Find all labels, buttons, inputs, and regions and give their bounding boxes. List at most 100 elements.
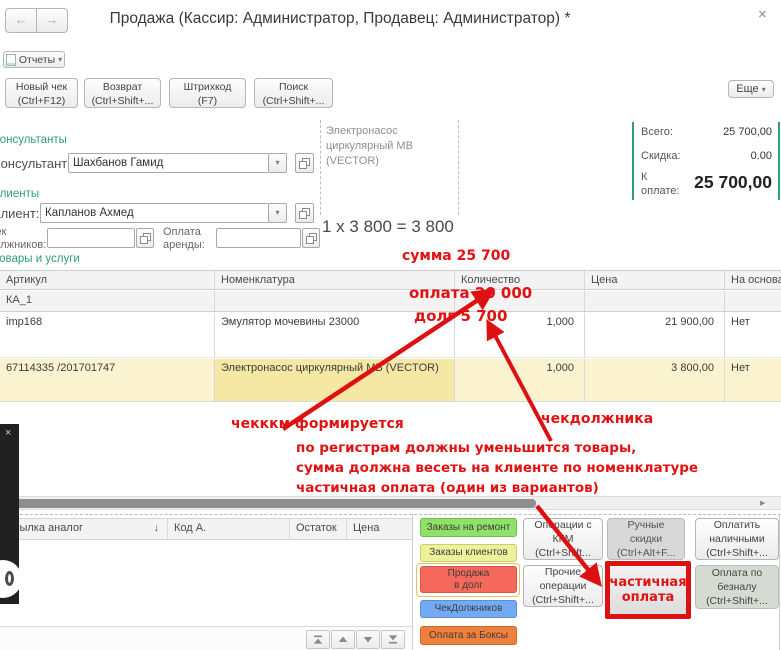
column-header-price[interactable]: Цена: [585, 271, 725, 289]
row-price: 21 900,00: [585, 313, 725, 357]
manual-discounts-button[interactable]: Ручные скидки (Ctrl+Alt+F...: [607, 518, 685, 560]
new-check-button[interactable]: Новый чек (Ctrl+F12): [5, 78, 78, 108]
consultants-section-header: Консультанты: [0, 134, 67, 146]
rent-picker-button[interactable]: [302, 228, 320, 248]
move-bottom-icon: [387, 634, 399, 645]
row-articul: imp168: [0, 313, 215, 357]
display-calc-line: 1 x 3 800 = 3 800: [322, 217, 454, 237]
more-label: Еще: [736, 83, 758, 95]
annotation-kkm: чекккм формируется: [231, 416, 404, 432]
move-top-icon: [312, 634, 324, 645]
row-nomenclature: Электронасос циркулярный МВ (VECTOR): [215, 359, 455, 401]
reports-label: Отчеты: [19, 54, 55, 66]
partial-payment-button[interactable]: частичная оплата: [605, 561, 691, 619]
consultant-label: Консультант:: [0, 156, 71, 171]
move-down-button[interactable]: [356, 630, 380, 649]
repair-orders-button[interactable]: Заказы на ремонт: [420, 518, 517, 537]
goods-table-header: Артикул Номенклатура Количество Цена На …: [0, 270, 781, 290]
table-row-selected[interactable]: 67114335 /201701747 Электронасос циркуля…: [0, 359, 781, 402]
page-title: Продажа (Кассир: Администратор, Продавец…: [60, 10, 620, 28]
consultant-dropdown-button[interactable]: ▾: [268, 153, 287, 173]
open-picker-icon: [140, 233, 151, 244]
client-label: Клиент:: [0, 206, 39, 221]
pay-for-boxes-button[interactable]: Оплата за Боксы: [420, 626, 517, 645]
annotation-debt: долг 5 700: [414, 307, 507, 325]
kkm-operations-button[interactable]: Операции с ККМ (Ctrl+Shift...: [523, 518, 603, 560]
back-button[interactable]: ←: [5, 8, 37, 33]
scrollbar-thumb[interactable]: [2, 499, 536, 508]
goods-filter-row[interactable]: КА_1: [0, 291, 781, 312]
close-icon[interactable]: ×: [758, 6, 767, 23]
analog-table-header: Ссылка аналог↓ Код А. Остаток Цена: [0, 518, 412, 540]
overlay-close-icon[interactable]: ×: [5, 427, 11, 439]
history-nav: ← →: [5, 8, 68, 33]
annotation-debtor-check: чекдолжника: [541, 411, 653, 427]
totals-divider: [778, 122, 780, 200]
annotation-note-1: по регистрам должны уменьшится товары,: [296, 440, 636, 456]
debtors-picker-button[interactable]: [136, 228, 154, 248]
search-button[interactable]: Поиск (Ctrl+Shift+...: [254, 78, 333, 108]
recorder-badge-glyph: [5, 571, 14, 586]
more-button[interactable]: Еще ▾: [728, 80, 774, 98]
chevron-down-icon: ▾: [275, 158, 279, 167]
back-arrow-icon: ←: [15, 12, 28, 27]
total-value: 25 700,00: [660, 126, 772, 138]
column-header-stock[interactable]: Остаток: [290, 519, 347, 539]
filter-cell[interactable]: [725, 291, 781, 311]
column-header-articul[interactable]: Артикул: [0, 271, 215, 289]
sale-window: ← → Продажа (Кассир: Администратор, Прод…: [0, 0, 781, 650]
vertical-divider: [412, 514, 413, 650]
return-button[interactable]: Возврат (Ctrl+Shift+...: [84, 78, 161, 108]
vertical-divider: [779, 514, 780, 650]
annotation-note-3: частичная оплата (один из вариантов): [296, 480, 599, 496]
display-divider: [458, 120, 459, 215]
move-bottom-button[interactable]: [381, 630, 405, 649]
move-up-icon: [337, 634, 349, 645]
forward-arrow-icon: →: [46, 12, 59, 27]
row-qty: 1,000: [455, 359, 585, 401]
totals-divider: [632, 122, 634, 200]
reports-button[interactable]: Отчеты ▾: [3, 51, 65, 68]
row-price: 3 800,00: [585, 359, 725, 401]
rent-payment-input[interactable]: [216, 228, 301, 248]
pay-cashless-button[interactable]: Оплата по безналу (Ctrl+Shift+...: [695, 565, 779, 609]
caret-down-icon: ▾: [58, 55, 62, 64]
scroll-right-arrow-icon[interactable]: ▶: [760, 498, 765, 509]
recorder-overlay: ×: [0, 424, 19, 604]
client-dropdown-button[interactable]: ▾: [268, 203, 287, 223]
column-header-price2[interactable]: Цена: [347, 519, 412, 539]
debtors-check-input[interactable]: [47, 228, 135, 248]
display-product-name: Электронасос циркулярный МВ (VECTOR): [326, 124, 446, 169]
column-header-base[interactable]: На основании: [725, 271, 781, 289]
filter-articul[interactable]: КА_1: [0, 291, 215, 311]
sort-descending-icon: ↓: [154, 522, 160, 534]
column-header-analog-link[interactable]: Ссылка аналог↓: [0, 519, 168, 539]
consultant-input[interactable]: Шахбанов Гамид: [68, 153, 268, 173]
debtors-check-button[interactable]: ЧекДолжников: [420, 600, 517, 618]
button-label: ЧекДолжников: [435, 603, 503, 615]
h-scrollbar[interactable]: ▶: [0, 496, 781, 510]
sale-on-credit-button[interactable]: Продажа в долг: [420, 566, 517, 593]
recorder-badge[interactable]: [0, 560, 22, 598]
other-operations-button[interactable]: Прочие операции (Ctrl+Shift+...: [523, 565, 603, 607]
move-top-button[interactable]: [306, 630, 330, 649]
move-up-button[interactable]: [331, 630, 355, 649]
panel-separator: [0, 514, 781, 515]
open-picker-icon: [299, 208, 310, 219]
due-value: 25 700,00: [660, 172, 772, 193]
table-row[interactable]: imp168 Эмулятор мочевины 23000 1,000 21 …: [0, 313, 781, 358]
discount-value: 0.00: [660, 150, 772, 162]
barcode-button[interactable]: Штрихкод (F7): [169, 78, 246, 108]
pay-cash-button[interactable]: Оплатить наличными (Ctrl+Shift+...: [695, 518, 779, 560]
analog-table-body[interactable]: [0, 540, 412, 626]
column-header-code[interactable]: Код А.: [168, 519, 290, 539]
consultant-picker-button[interactable]: [295, 153, 314, 173]
filter-cell[interactable]: [585, 291, 725, 311]
client-picker-button[interactable]: [295, 203, 314, 223]
client-orders-button[interactable]: Заказы клиентов: [420, 544, 517, 562]
caret-down-icon: ▾: [762, 85, 766, 94]
annotation-note-2: сумма должна весеть на клиенте по номенк…: [296, 460, 698, 476]
client-input[interactable]: Капланов Ахмед: [40, 203, 268, 223]
annotation-partial-payment: частичная оплата: [609, 575, 686, 605]
button-label: Заказы клиентов: [429, 547, 508, 559]
